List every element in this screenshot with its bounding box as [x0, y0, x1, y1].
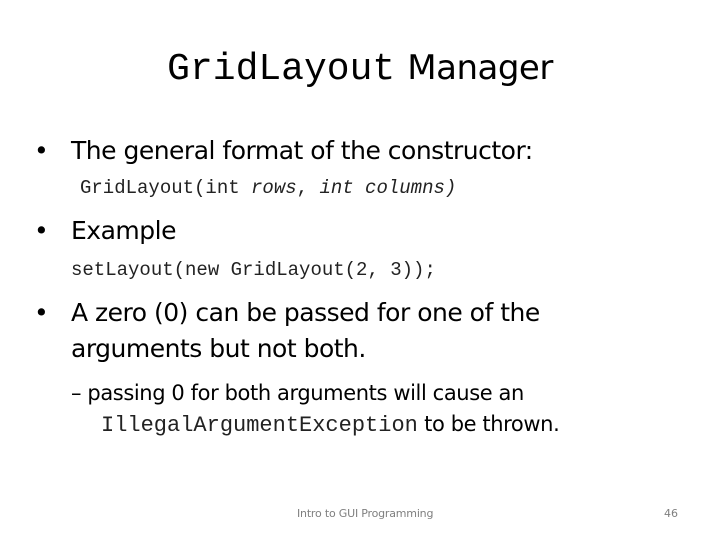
bullet-constructor-format: • The general format of the constructor:: [34, 133, 533, 169]
sub-bullet-both-zero: – passing 0 for both arguments will caus…: [71, 377, 524, 409]
title-code: GridLayout: [167, 48, 396, 91]
bullet-marker: •: [34, 216, 49, 245]
example-code: setLayout(new GridLayout(2, 3));: [71, 259, 436, 281]
bullet-text: The general format of the constructor:: [71, 136, 533, 165]
code-param-columns: int columns): [319, 177, 457, 199]
bullet-marker: •: [34, 298, 49, 327]
title-text: Manager: [407, 48, 553, 88]
bullet-text-line1: A zero (0) can be passed for one of the: [71, 298, 540, 327]
bullet-zero-argument-cont: arguments but not both.: [34, 331, 366, 367]
code-param-rows: rows: [251, 177, 297, 199]
page-number: 46: [664, 507, 678, 520]
bullet-text-line2: arguments but not both.: [71, 334, 366, 363]
constructor-signature: GridLayout(int rows, int columns): [80, 176, 456, 200]
footer-title: Intro to GUI Programming: [297, 507, 434, 520]
slide-title: GridLayout Manager: [0, 42, 720, 94]
sub-bullet-text-end: to be thrown.: [417, 412, 560, 436]
code-segment: GridLayout(int: [80, 177, 252, 199]
sub-bullet-text: passing 0 for both arguments will cause …: [87, 381, 524, 405]
bullet-example: • Example: [34, 213, 176, 249]
code-segment: ,: [296, 177, 320, 199]
exception-name: IllegalArgumentException: [101, 413, 418, 438]
sub-bullet-cont: IllegalArgumentException to be thrown.: [101, 408, 560, 442]
bullet-zero-argument: • A zero (0) can be passed for one of th…: [34, 295, 540, 331]
bullet-text: Example: [71, 216, 176, 245]
bullet-marker: •: [34, 136, 49, 165]
sub-bullet-marker: –: [71, 381, 82, 405]
